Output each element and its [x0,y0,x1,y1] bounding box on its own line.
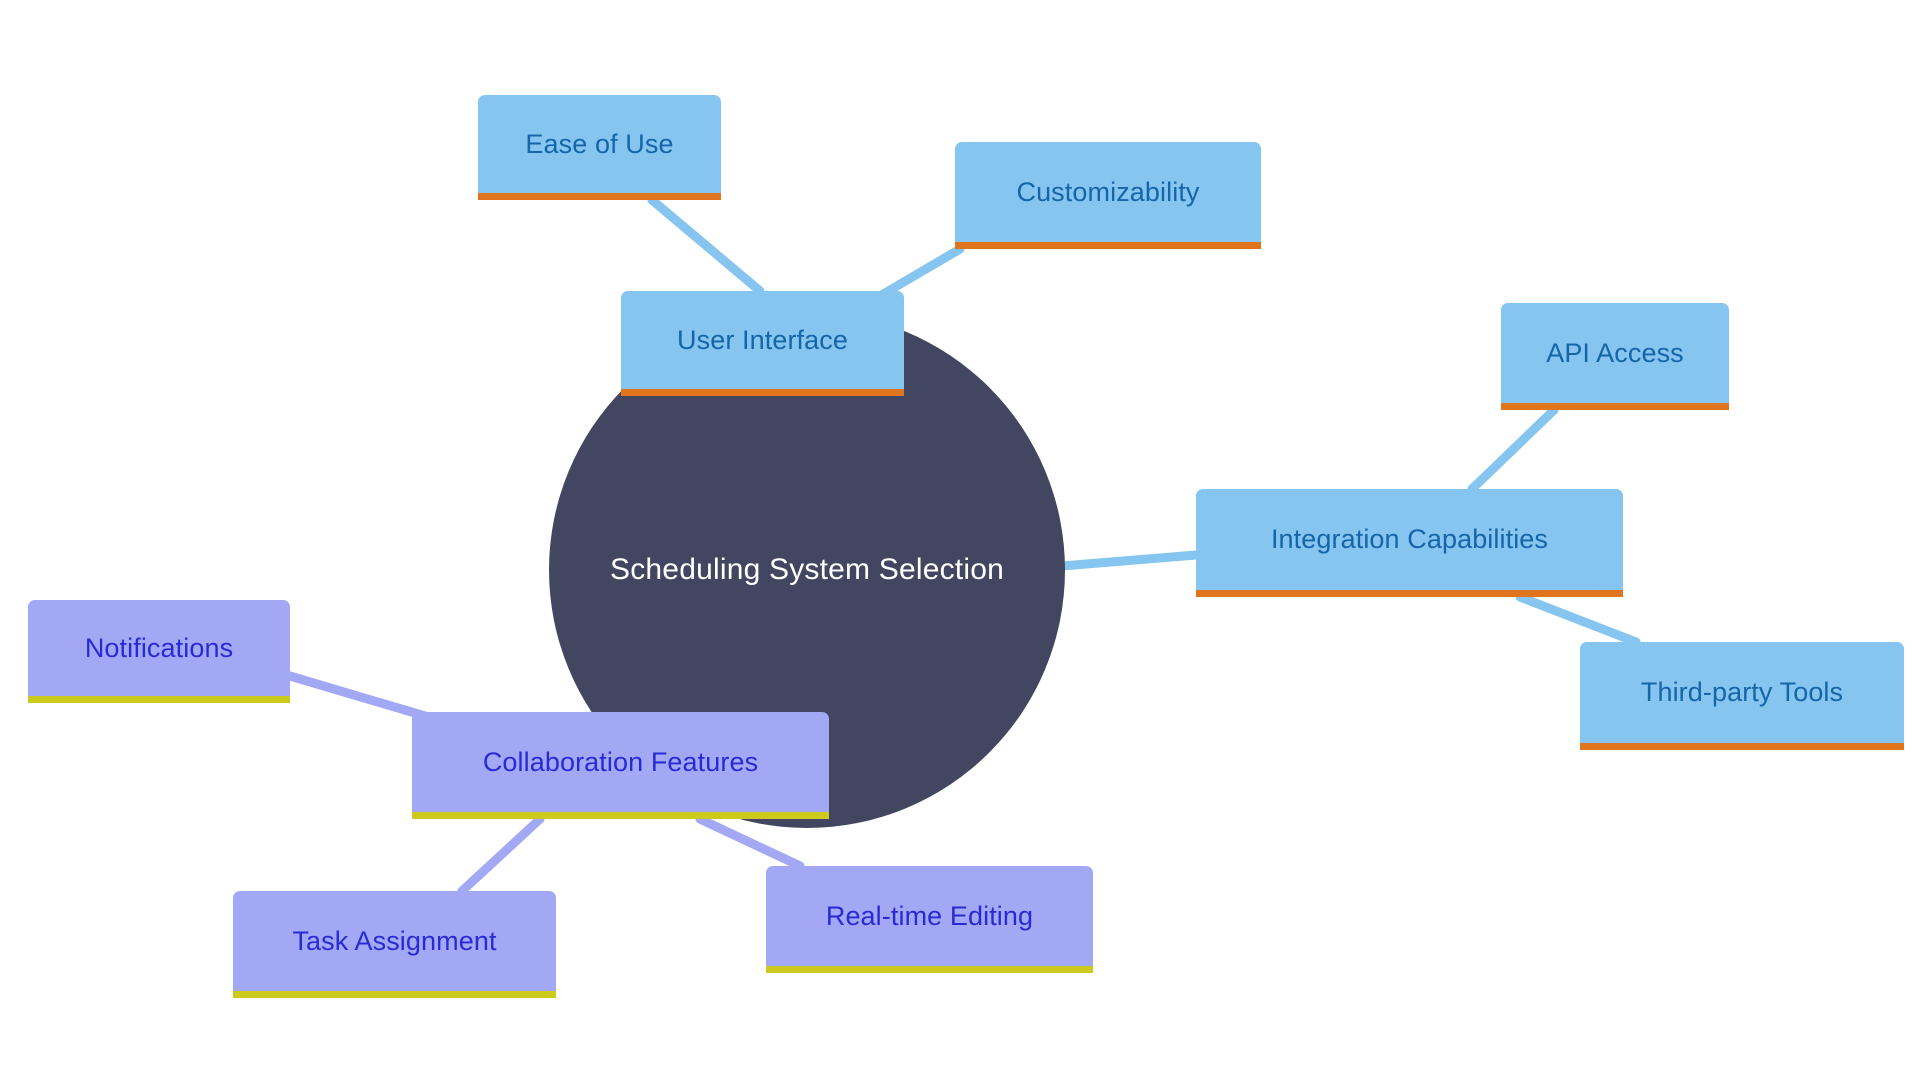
node-accent-bar [28,696,290,703]
node-task-assignment[interactable]: Task Assignment [233,891,556,998]
node-label-task-assignment: Task Assignment [292,925,497,956]
node-accent-bar [1196,590,1623,597]
node-label-api-access: API Access [1546,337,1684,368]
node-accent-bar [233,991,556,998]
node-label-user-interface: User Interface [677,324,848,355]
node-ease-of-use[interactable]: Ease of Use [478,95,721,200]
node-label-third-party-tools: Third-party Tools [1640,677,1844,707]
node-label-notifications: Notifications [84,632,234,663]
node-label-real-time-editing: Real-time Editing [825,900,1034,931]
node-notifications[interactable]: Notifications [28,600,290,703]
node-accent-bar [1580,743,1904,750]
node-customizability[interactable]: Customizability [955,142,1261,249]
root-node-label: Scheduling System Selection [610,553,1004,586]
node-user-interface[interactable]: User Interface [621,291,904,396]
node-label-collaboration-features: Collaboration Features [482,746,759,777]
node-layer: Scheduling System Selection Ease of Use … [0,0,1920,1080]
node-accent-bar [955,242,1261,249]
node-label-integration-capabilities: Integration Capabilities [1270,524,1549,554]
node-label-ease-of-use: Ease of Use [525,128,674,159]
mindmap-canvas: Scheduling System Selection Ease of Use … [0,0,1920,1080]
node-integration-capabilities[interactable]: Integration Capabilities [1196,489,1623,597]
node-third-party-tools[interactable]: Third-party Tools [1580,642,1904,750]
node-api-access[interactable]: API Access [1501,303,1729,410]
node-accent-bar [766,966,1093,973]
node-accent-bar [621,389,904,396]
node-label-customizability: Customizability [1016,176,1200,207]
node-collaboration-features[interactable]: Collaboration Features [412,712,829,819]
node-real-time-editing[interactable]: Real-time Editing [766,866,1093,973]
node-accent-bar [478,193,721,200]
node-accent-bar [412,812,829,819]
node-accent-bar [1501,403,1729,410]
